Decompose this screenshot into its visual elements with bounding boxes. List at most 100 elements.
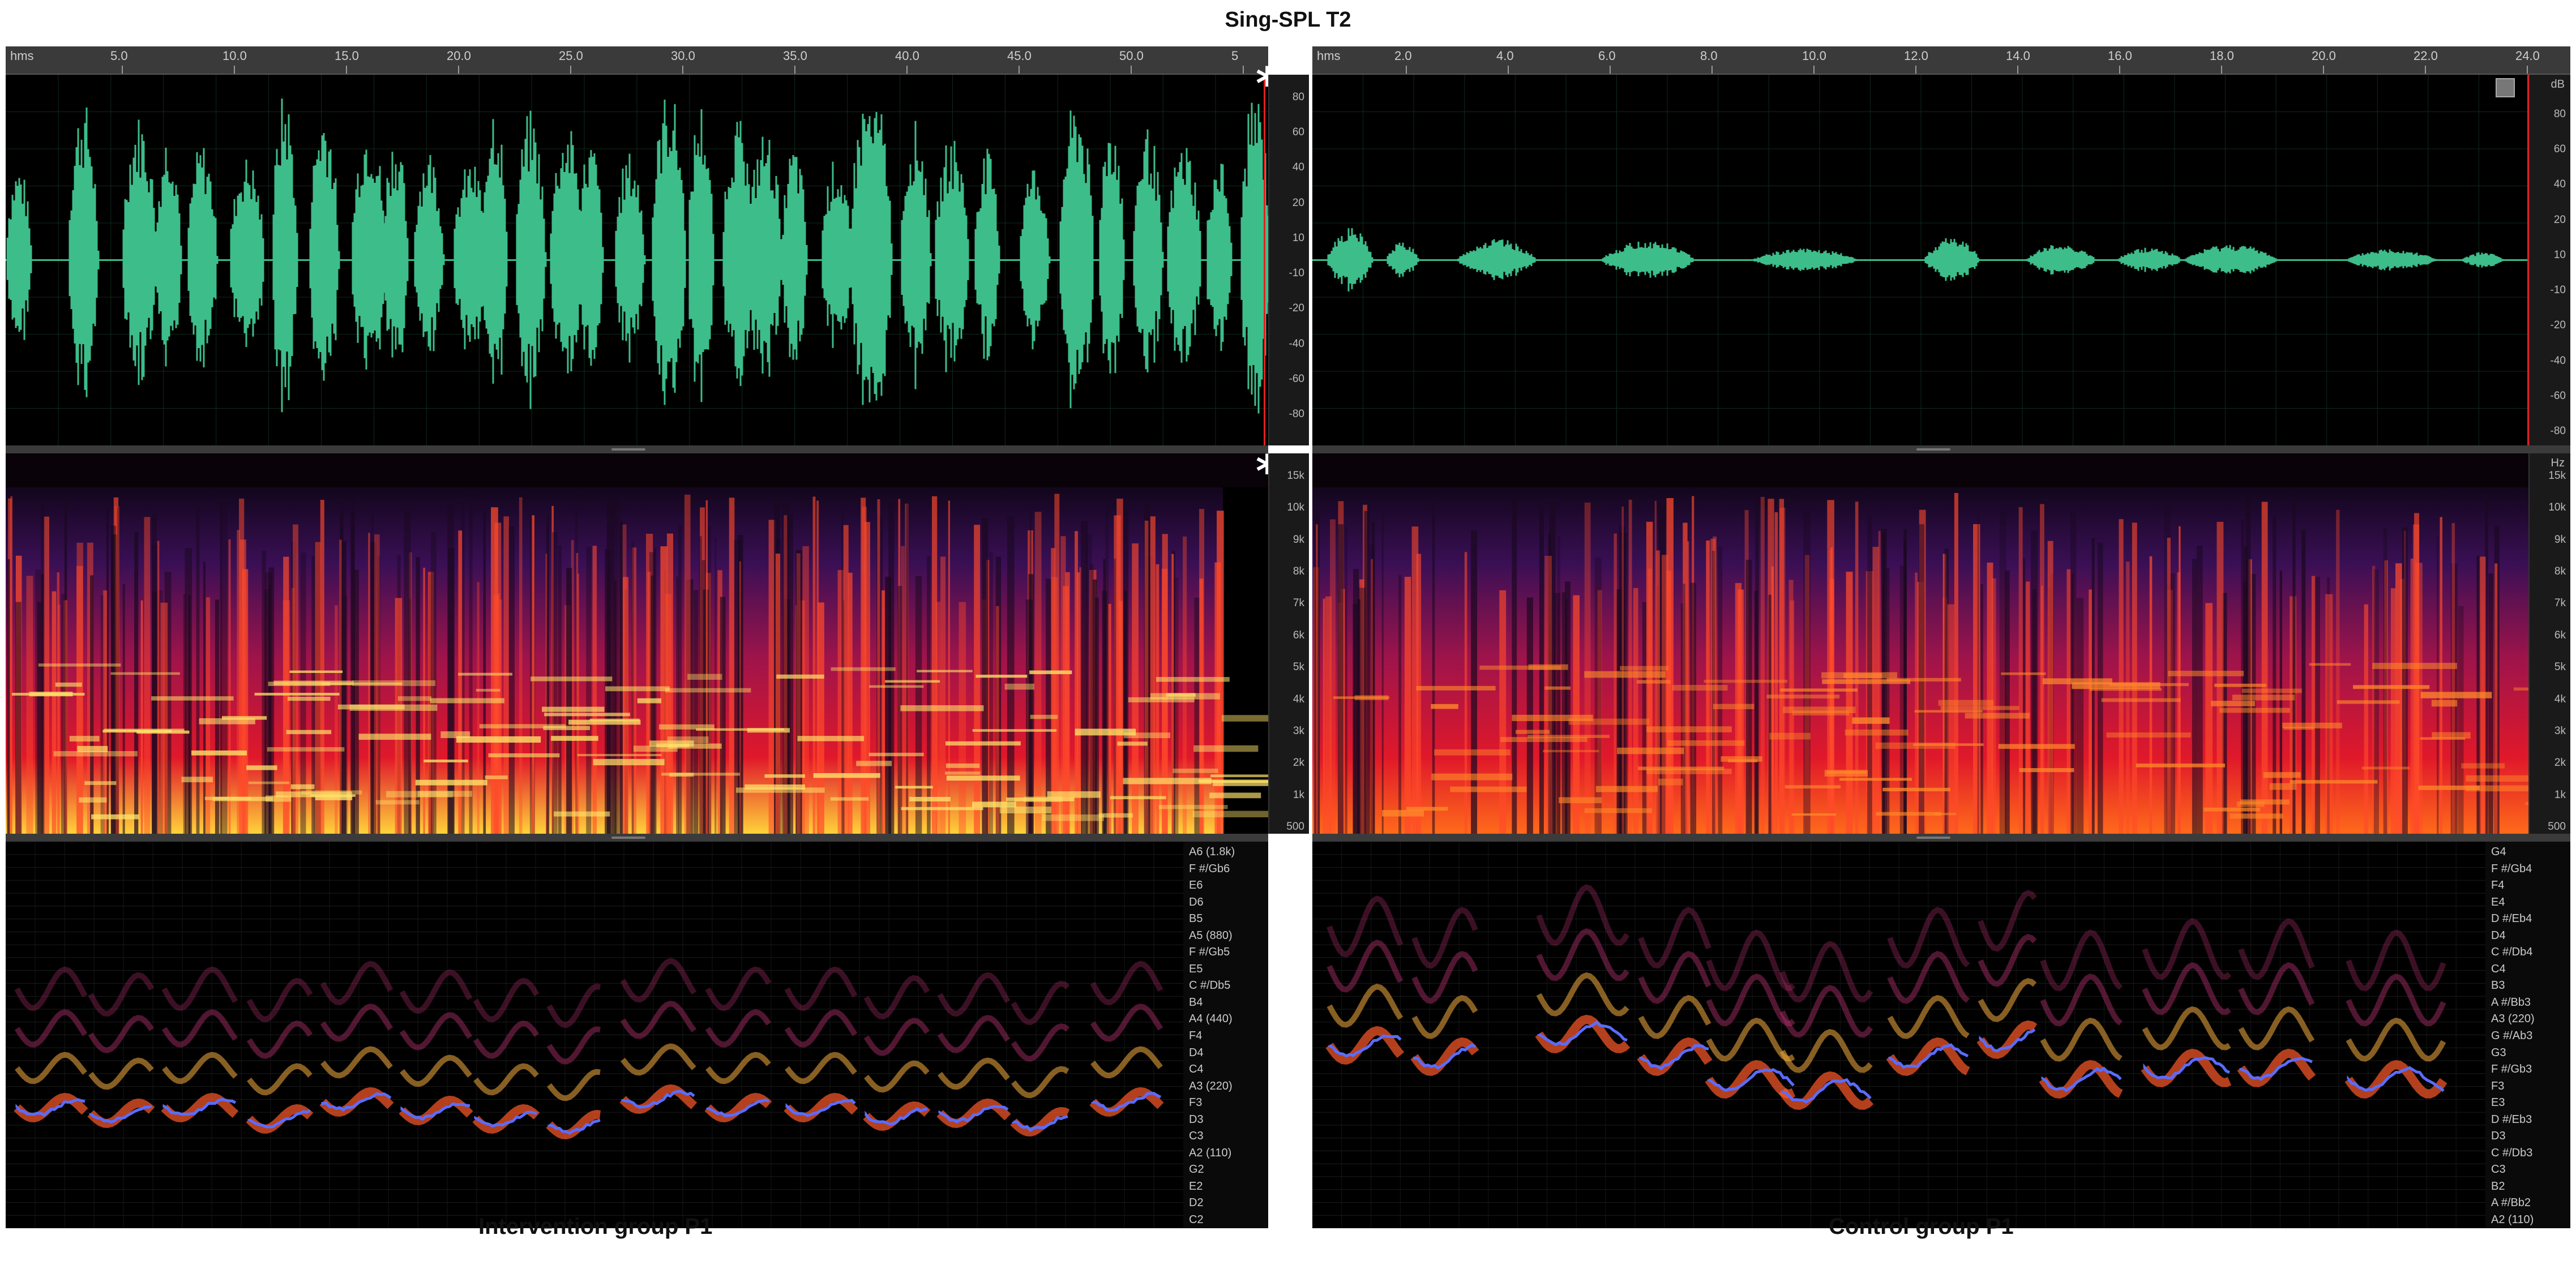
- timeline-ruler[interactable]: hms 2.0 4.0 6.0 8.0 10.0 12.0 14.0 16.0 18.0 20.0…: [1312, 46, 2570, 75]
- spectrogram-band: [1150, 516, 1156, 834]
- spectrogram-band: [41, 574, 44, 834]
- spectrogram-band: [2364, 604, 2369, 834]
- spectrogram-band: [2023, 558, 2026, 834]
- spectrogram-band: [2119, 519, 2124, 834]
- pitch-harmonic: [621, 1043, 696, 1076]
- spectrogram-harmonic: [246, 765, 277, 770]
- spectrogram-band: [699, 536, 702, 834]
- view-toggle-icon[interactable]: [2496, 78, 2515, 97]
- spectrogram-band: [320, 500, 324, 834]
- pitch-harmonic: [15, 1052, 87, 1084]
- spectrogram-band: [1954, 493, 1958, 834]
- section-splitter[interactable]: [6, 834, 1268, 842]
- pitch-label: B4: [1189, 996, 1203, 1009]
- waveform-burst: [688, 109, 714, 402]
- waveform-view[interactable]: [6, 75, 1268, 445]
- spectrogram-harmonic: [1584, 671, 1666, 678]
- ruler-tick: [1243, 66, 1244, 74]
- pitch-harmonic: [162, 1052, 238, 1084]
- waveform-burst: [974, 148, 1000, 361]
- pitch-view[interactable]: G4 F #/Gb4 F4 E4 D #/Eb4 D4 C #/Db4 C4 B3 A #/Bb3…: [1312, 842, 2570, 1228]
- spectrogram-band: [242, 569, 249, 834]
- pitch-harmonic: [1011, 1066, 1069, 1099]
- spectrogram-harmonic: [542, 706, 605, 712]
- spectrogram-band: [2196, 545, 2203, 834]
- spectrogram-band: [1855, 501, 1859, 834]
- spectrogram-harmonic: [1559, 797, 1602, 804]
- spectrogram-band: [1325, 596, 1332, 834]
- scale-label: 15k: [1287, 470, 1304, 482]
- pitch-label: A4 (440): [1189, 1013, 1233, 1026]
- scale-label: 3k: [1293, 724, 1304, 737]
- pitch-harmonic: [2040, 1018, 2123, 1062]
- ruler-tick-label: 4.0: [1496, 49, 1514, 63]
- waveform-burst: [1206, 164, 1233, 351]
- spectrogram-band: [665, 594, 672, 834]
- spectrogram-view[interactable]: [6, 453, 1268, 834]
- spectrogram-harmonic: [551, 736, 598, 741]
- spectrogram-harmonic: [430, 698, 504, 704]
- section-splitter[interactable]: [6, 445, 1268, 453]
- amplitude-scale: 80 60 40 20 10 -10 -20 -40 -60 -80: [1268, 75, 1309, 445]
- pitch-view[interactable]: A6 (1.8k) F #/Gb6 E6 D6 B5 A5 (880) F #/Gb5 E5 C…: [6, 842, 1268, 1228]
- scale-label: 80: [1292, 91, 1304, 103]
- spectrogram-band: [1105, 507, 1109, 834]
- spectrogram-band: [2126, 561, 2130, 834]
- spectrogram-band: [1616, 589, 1623, 834]
- spectrogram-band: [694, 590, 699, 834]
- spectrogram-band: [1771, 566, 1774, 834]
- spectrogram-band: [1779, 507, 1786, 834]
- pitch-harmonic: [1638, 995, 1711, 1039]
- timeline-ruler[interactable]: hms 5.0 10.0 15.0 20.0 25.0 30.0 35.0 40.0 45.0 5…: [6, 46, 1268, 75]
- waveform-burst: [2346, 249, 2438, 271]
- scale-label: 60: [2553, 143, 2566, 156]
- spectrogram-band: [2311, 576, 2316, 834]
- spectrogram-band: [1745, 559, 1752, 834]
- spectrogram-band: [707, 526, 712, 834]
- spectrogram-band: [220, 502, 228, 834]
- spectrogram-harmonic: [1617, 747, 1684, 754]
- spectrogram-harmonic: [1882, 787, 1950, 792]
- spectrogram-band: [1199, 578, 1204, 834]
- waveform-burst: [122, 119, 157, 385]
- pitch-scale: G4 F #/Gb4 F4 E4 D #/Eb4 D4 C #/Db4 C4 B3 A #/Bb3…: [2485, 842, 2570, 1228]
- spectrogram-view[interactable]: Hz 15k 10k 9k 8k 7k 6k 5k 4k 3k 2k 1k 500: [1312, 453, 2570, 834]
- spectrogram-harmonic: [2211, 701, 2256, 706]
- spectrogram-band: [26, 576, 33, 834]
- spectrogram-harmonic: [1173, 768, 1218, 773]
- spectrogram-band: [268, 567, 275, 834]
- pitch-harmonic: [161, 1009, 238, 1048]
- spectrogram-harmonic: [577, 754, 662, 757]
- pitch-harmonic: [546, 1026, 601, 1065]
- spectrogram-band: [2026, 581, 2030, 834]
- frequency-scale: 15k 10k 9k 8k 7k 6k 5k 4k 3k 2k 1k 500: [1268, 453, 1309, 834]
- ruler-tick-label: 20.0: [2312, 49, 2336, 63]
- spectrogram-harmonic: [2001, 672, 2046, 675]
- spectrogram-band: [1999, 511, 2006, 834]
- section-splitter[interactable]: [1312, 834, 2570, 842]
- pitch-label: C3: [2491, 1163, 2506, 1176]
- ruler-unit-label: hms: [10, 49, 34, 63]
- spectrogram-band: [1915, 572, 1918, 834]
- spectrogram-band: [2301, 530, 2306, 834]
- waveform-burst: [6, 178, 32, 340]
- section-splitter[interactable]: [1312, 445, 2570, 453]
- scale-label: 1k: [2554, 788, 2566, 801]
- ruler-tick-label: 16.0: [2108, 49, 2132, 63]
- spectrogram-harmonic: [900, 705, 984, 711]
- spectrogram-harmonic: [945, 741, 1021, 746]
- pitch-label: B3: [2491, 979, 2505, 992]
- pitch-harmonic: [247, 1063, 313, 1096]
- waveform-burst: [309, 132, 340, 381]
- spectrogram-band: [614, 580, 617, 834]
- spectrogram-band: [1594, 557, 1602, 834]
- spectrogram-band: [134, 531, 139, 834]
- spectrogram-band: [592, 546, 597, 834]
- spectrogram-harmonic: [2203, 807, 2260, 812]
- spectrogram-band: [532, 515, 535, 834]
- spectrogram-harmonic: [1721, 756, 1762, 762]
- spectrogram-harmonic: [1845, 729, 1909, 736]
- waveform-view[interactable]: dB 80 60 40 20 10 -10 -20 -40 -60 -80: [1312, 75, 2570, 445]
- spectrogram-harmonic: [1998, 744, 2075, 749]
- pitch-harmonic: [1779, 1029, 1873, 1073]
